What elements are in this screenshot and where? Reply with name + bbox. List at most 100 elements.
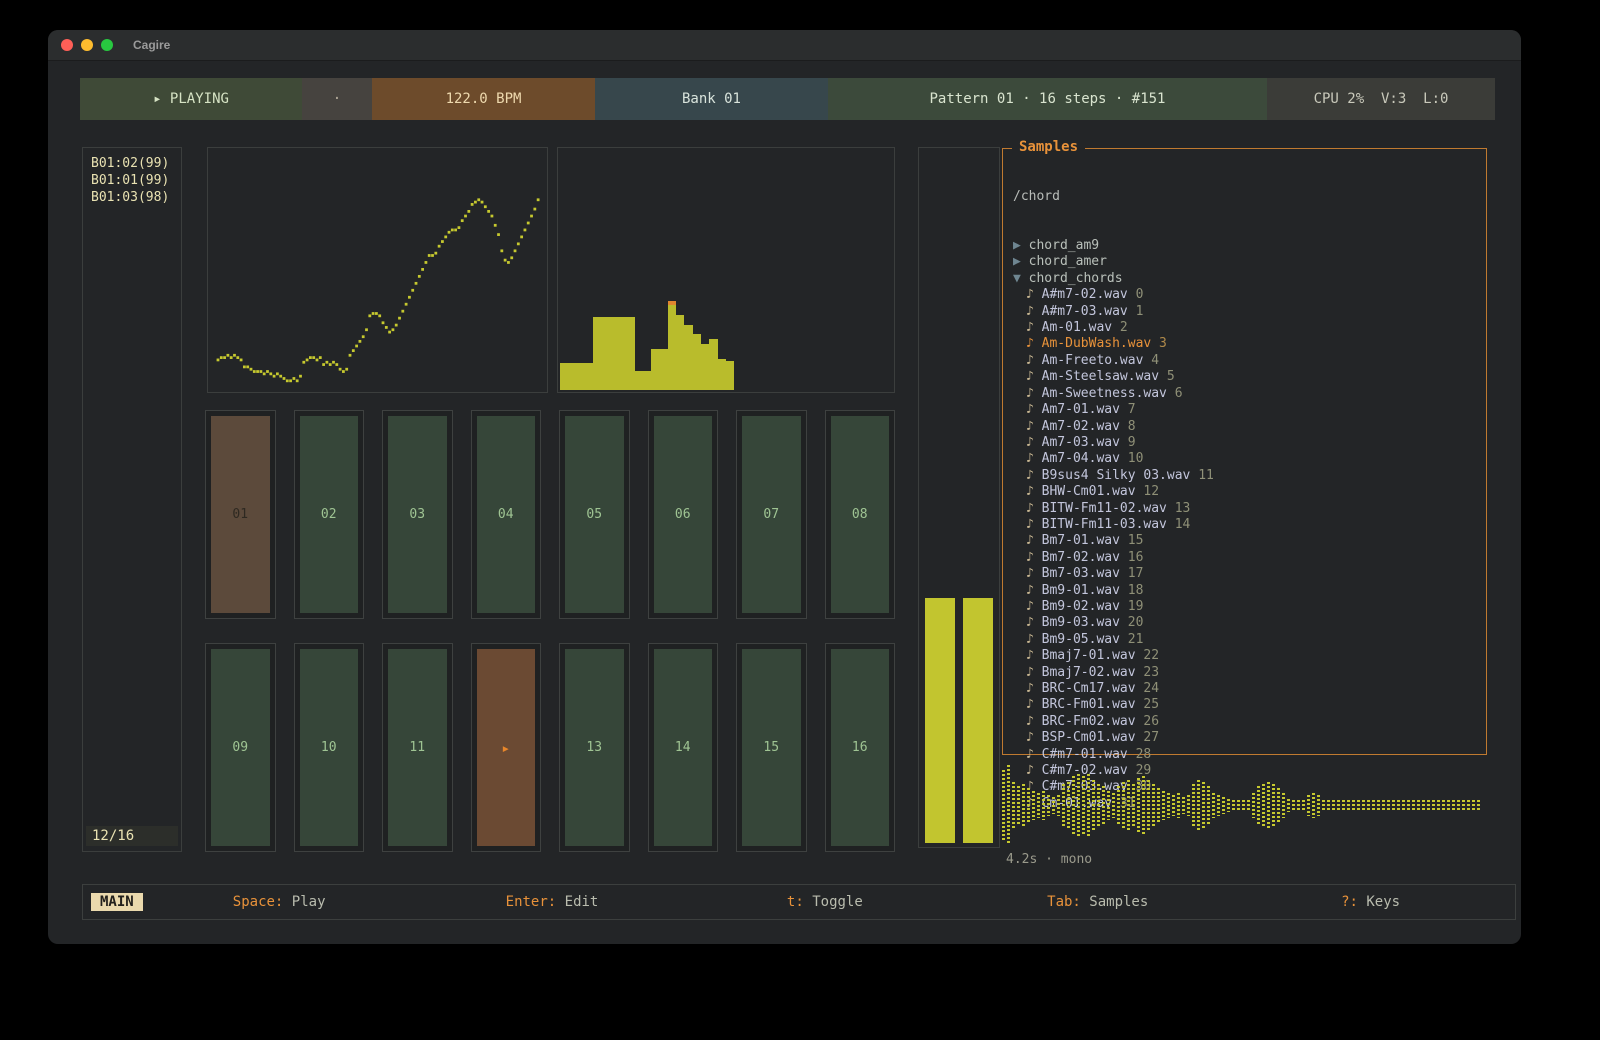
shortcut-edit: Enter: Edit [416,894,689,910]
sample-index: 3 [1151,336,1167,351]
sample-row[interactable]: ♪ Bm9-01.wav 18 [1013,583,1476,599]
sample-name: BITW-Fm11-02.wav [1042,501,1167,516]
histogram-bar [676,315,684,390]
sample-row[interactable]: ♪ Bmaj7-02.wav 23 [1013,665,1476,681]
music-note-icon: ♪ [1026,583,1042,598]
waveform-column [1342,800,1345,810]
sample-name: BRC-Fm02.wav [1042,714,1136,729]
sample-name: Am7-02.wav [1042,419,1120,434]
sample-row[interactable]: ♪ Bmaj7-01.wav 22 [1013,648,1476,664]
waveform-column [1442,800,1445,810]
pad-13[interactable]: 13 [559,643,630,852]
waveform-column [1282,793,1285,818]
waveform-column [1452,800,1455,810]
app-window: Cagire ▸ PLAYING · 122.0 BPM Bank 01 Pat… [48,30,1521,944]
pad-04[interactable]: 04 [471,410,542,619]
sample-row[interactable]: ♪ BHW-Cm01.wav 12 [1013,484,1476,500]
pad-09[interactable]: 09 [205,643,276,852]
samples-panel-title: Samples [1012,139,1085,155]
waveform-column [1262,784,1265,826]
sample-name: B9sus4 Silky 03.wav [1042,468,1191,483]
pad-01[interactable]: 01 [205,410,276,619]
shortcut-keys: ?: Keys [1234,894,1507,910]
sample-row[interactable]: ♪ BRC-Fm02.wav 26 [1013,714,1476,730]
pad-16[interactable]: 16 [825,643,896,852]
sample-row[interactable]: ♪ Bm7-02.wav 16 [1013,550,1476,566]
sample-row[interactable]: ♪ Am-Freeto.wav 4 [1013,353,1476,369]
sample-row[interactable]: ♪ BRC-Cm17.wav 24 [1013,681,1476,697]
waveform-column [1172,795,1175,816]
music-note-icon: ♪ [1026,402,1042,417]
pad-05[interactable]: 05 [559,410,630,619]
sample-row[interactable]: ♪ BITW-Fm11-03.wav 14 [1013,517,1476,533]
maximize-button[interactable] [101,39,113,51]
waveform-column [1042,791,1045,820]
sample-row[interactable]: ♪ Am-Sweetness.wav 6 [1013,386,1476,402]
pad-02[interactable]: 02 [294,410,365,619]
sample-row[interactable]: ♪ Bm9-05.wav 21 [1013,632,1476,648]
waveform-column [1232,800,1235,810]
sample-row[interactable]: ♪ Am-Steelsaw.wav 5 [1013,369,1476,385]
waveform-column [1027,788,1030,822]
waveform-column [1002,770,1005,841]
sample-row[interactable]: ♪ C#m7-01.wav 28 [1013,747,1476,763]
sample-row[interactable]: ♪ Bm9-02.wav 19 [1013,599,1476,615]
waveform-column [1207,786,1210,824]
sample-row[interactable]: ♪ BSP-Cm01.wav 27 [1013,730,1476,746]
minimize-button[interactable] [81,39,93,51]
pad-06[interactable]: 06 [648,410,719,619]
pad-10[interactable]: 10 [294,643,365,852]
sample-row[interactable]: ♪ Am7-03.wav 9 [1013,435,1476,451]
music-note-icon: ♪ [1026,304,1042,319]
waveform-column [1102,786,1105,824]
bank-display[interactable]: Bank 01 [595,78,828,120]
sample-row[interactable]: ♪ B9sus4 Silky 03.wav 11 [1013,468,1476,484]
sample-row[interactable]: ♪ Bm9-03.wav 20 [1013,615,1476,631]
pattern-display[interactable]: Pattern 01 · 16 steps · #151 [828,78,1267,120]
pad-08[interactable]: 08 [825,410,896,619]
close-button[interactable] [61,39,73,51]
tree-folder-chord_am9[interactable]: ▶ chord_am9 [1013,238,1476,254]
sample-row[interactable]: ♪ Am-DubWash.wav 3 [1013,336,1476,352]
pad-11[interactable]: 11 [382,643,453,852]
pad-15[interactable]: 15 [736,643,807,852]
waveform-column [1222,797,1225,814]
shortcut-action: Samples [1081,894,1148,910]
sample-row[interactable]: ♪ Bm7-03.wav 17 [1013,566,1476,582]
pad-14[interactable]: 14 [648,643,719,852]
event-row: B01:01(99) [91,172,173,189]
waveform-column [1127,780,1130,830]
waveform-column [1167,793,1170,818]
sample-row[interactable]: ♪ Am7-01.wav 7 [1013,402,1476,418]
sample-row[interactable]: ♪ Am-01.wav 2 [1013,320,1476,336]
sample-row[interactable]: ♪ Am7-04.wav 10 [1013,451,1476,467]
pad-label: 02 [321,507,337,522]
bpm-display[interactable]: 122.0 BPM [372,78,595,120]
pad-12[interactable]: ▸ [471,643,542,852]
sample-row[interactable]: ♪ BRC-Fm01.wav 25 [1013,697,1476,713]
waveform-column [1062,784,1065,826]
waveform-column [1122,782,1125,828]
sample-row[interactable]: ♪ BITW-Fm11-02.wav 13 [1013,501,1476,517]
tree-folder-chord_chords[interactable]: ▼ chord_chords [1013,271,1476,287]
tree-folder-chord_amer[interactable]: ▶ chord_amer [1013,254,1476,270]
music-note-icon: ♪ [1026,451,1042,466]
waveform-column [1217,795,1220,816]
sample-index: 24 [1136,681,1159,696]
sample-row[interactable]: ♪ A#m7-03.wav 1 [1013,304,1476,320]
sample-index: 4 [1143,353,1159,368]
shortcut-toggle: t: Toggle [688,894,961,910]
waveform-column [1197,780,1200,830]
sample-index: 25 [1136,697,1159,712]
footer-bar: MAIN Space: PlayEnter: Editt: ToggleTab:… [82,884,1516,920]
shortcut-play: Space: Play [143,894,416,910]
music-note-icon: ♪ [1026,435,1042,450]
pad-03[interactable]: 03 [382,410,453,619]
transport-status[interactable]: ▸ PLAYING [80,78,302,120]
sample-row[interactable]: ♪ Bm7-01.wav 15 [1013,533,1476,549]
sample-row[interactable]: ♪ A#m7-02.wav 0 [1013,287,1476,303]
pad-label: 10 [321,740,337,755]
sample-row[interactable]: ♪ Am7-02.wav 8 [1013,419,1476,435]
pad-07[interactable]: 07 [736,410,807,619]
waveform-column [1412,800,1415,810]
